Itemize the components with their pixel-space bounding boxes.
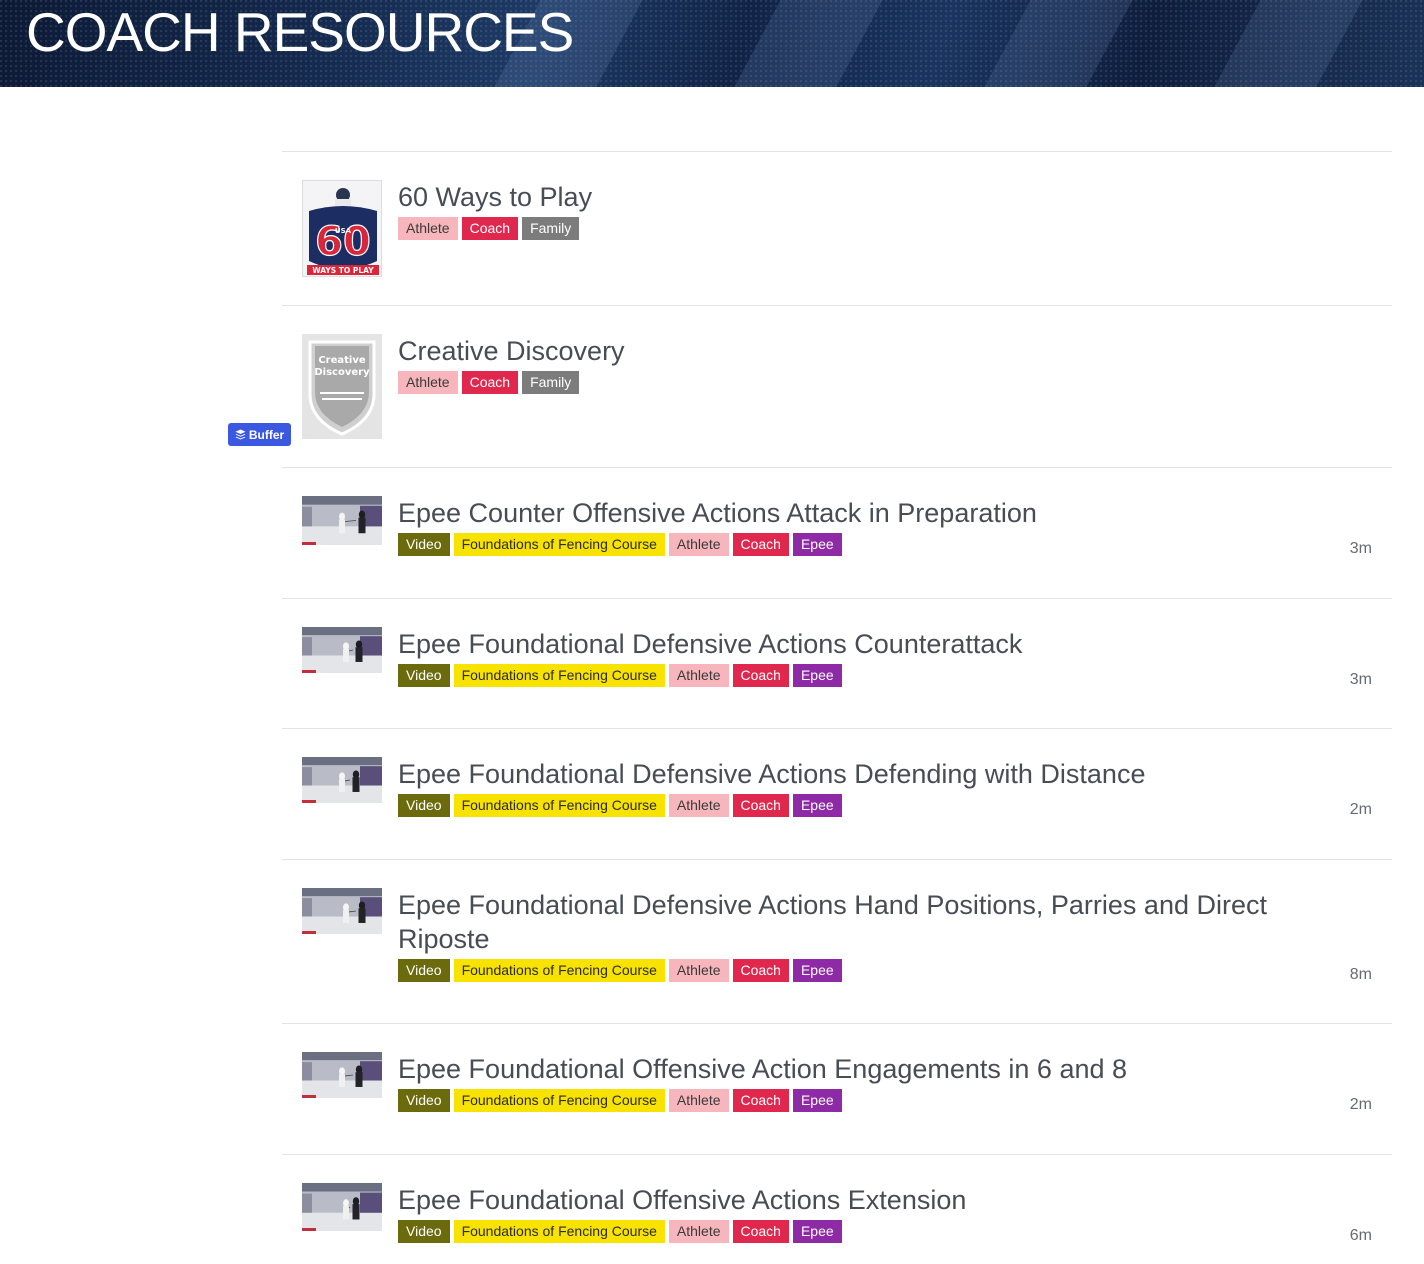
resource-item[interactable]: Epee Foundational Defensive Actions Coun… — [282, 599, 1392, 729]
tag-epee[interactable]: Epee — [792, 664, 842, 687]
tag-epee[interactable]: Epee — [792, 1089, 842, 1112]
tag-video[interactable]: Video — [398, 533, 450, 556]
resource-item[interactable]: Epee Foundational Defensive Actions Defe… — [282, 729, 1392, 860]
page-title: COACH RESOURCES — [26, 1, 574, 63]
resource-title[interactable]: Epee Foundational Defensive Actions Hand… — [398, 888, 1292, 956]
buffer-button-label: Buffer — [248, 427, 285, 442]
resource-title[interactable]: Creative Discovery — [398, 334, 1292, 368]
tag-athlete[interactable]: Athlete — [668, 664, 729, 687]
resource-title[interactable]: Epee Foundational Defensive Actions Coun… — [398, 627, 1292, 661]
resource-title[interactable]: 60 Ways to Play — [398, 180, 1292, 214]
tag-family[interactable]: Family — [522, 217, 580, 240]
tag-athlete[interactable]: Athlete — [668, 533, 729, 556]
svg-text:Creative: Creative — [318, 355, 366, 366]
tag-coach[interactable]: Coach — [732, 1220, 789, 1243]
resource-item[interactable]: 60 USA WAYS TO PLAY 60 Ways to Play Athl… — [282, 152, 1392, 306]
svg-text:60: 60 — [315, 219, 371, 265]
tag-family[interactable]: Family — [522, 371, 580, 394]
tag-course[interactable]: Foundations of Fencing Course — [453, 959, 665, 982]
video-thumbnail[interactable] — [302, 1183, 382, 1231]
tag-course[interactable]: Foundations of Fencing Course — [453, 1089, 665, 1112]
tag-athlete[interactable]: Athlete — [668, 1089, 729, 1112]
buffer-share-button[interactable]: Buffer — [228, 423, 291, 446]
tag-course[interactable]: Foundations of Fencing Course — [453, 794, 665, 817]
video-thumbnail[interactable] — [302, 757, 382, 803]
resource-item[interactable]: Epee Foundational Offensive Action Engag… — [282, 1024, 1392, 1155]
tag-video[interactable]: Video — [398, 959, 450, 982]
video-duration: 6m — [1349, 1227, 1372, 1244]
fencing-video-frame — [302, 496, 382, 545]
resource-item[interactable]: Epee Foundational Offensive Actions Exte… — [282, 1155, 1392, 1264]
fencing-video-frame — [302, 888, 382, 934]
svg-text:USA: USA — [335, 227, 352, 235]
tag-coach[interactable]: Coach — [732, 794, 789, 817]
svg-text:Discovery: Discovery — [314, 367, 370, 378]
tag-epee[interactable]: Epee — [792, 959, 842, 982]
tag-athlete[interactable]: Athlete — [668, 1220, 729, 1243]
fencing-video-frame — [302, 627, 382, 673]
video-thumbnail[interactable] — [302, 496, 382, 545]
page-header-banner: COACH RESOURCES — [0, 0, 1424, 87]
fencing-video-frame — [302, 1183, 382, 1231]
tag-athlete[interactable]: Athlete — [398, 371, 458, 394]
resource-thumbnail-creative-discovery[interactable]: Creative Discovery — [302, 334, 382, 439]
tag-coach[interactable]: Coach — [732, 959, 789, 982]
tag-coach[interactable]: Coach — [461, 217, 519, 240]
video-thumbnail[interactable] — [302, 627, 382, 673]
fencing-video-frame — [302, 757, 382, 803]
tag-coach[interactable]: Coach — [461, 371, 519, 394]
sixty-ways-logo: 60 USA WAYS TO PLAY — [303, 181, 381, 276]
resource-item[interactable]: Creative Discovery Creative Discovery At… — [282, 306, 1392, 468]
tag-coach[interactable]: Coach — [732, 664, 789, 687]
resource-title[interactable]: Epee Foundational Offensive Action Engag… — [398, 1052, 1292, 1086]
tag-video[interactable]: Video — [398, 664, 450, 687]
video-thumbnail[interactable] — [302, 1052, 382, 1098]
video-thumbnail[interactable] — [302, 888, 382, 934]
tag-video[interactable]: Video — [398, 1220, 450, 1243]
video-duration: 2m — [1349, 1096, 1372, 1113]
tag-course[interactable]: Foundations of Fencing Course — [453, 533, 665, 556]
video-duration: 3m — [1349, 540, 1372, 557]
tag-video[interactable]: Video — [398, 1089, 450, 1112]
tag-athlete[interactable]: Athlete — [398, 217, 458, 240]
tag-epee[interactable]: Epee — [792, 794, 842, 817]
tag-course[interactable]: Foundations of Fencing Course — [453, 664, 665, 687]
buffer-icon — [235, 429, 246, 440]
resource-thumbnail-60-ways[interactable]: 60 USA WAYS TO PLAY — [302, 180, 382, 277]
video-duration: 8m — [1349, 966, 1372, 983]
resource-list: 60 USA WAYS TO PLAY 60 Ways to Play Athl… — [282, 151, 1392, 1264]
svg-text:WAYS TO PLAY: WAYS TO PLAY — [312, 266, 374, 275]
tag-epee[interactable]: Epee — [792, 533, 842, 556]
creative-discovery-logo: Creative Discovery — [302, 334, 382, 439]
tag-athlete[interactable]: Athlete — [668, 794, 729, 817]
tag-course[interactable]: Foundations of Fencing Course — [453, 1220, 665, 1243]
resource-item[interactable]: Epee Counter Offensive Actions Attack in… — [282, 468, 1392, 599]
resource-title[interactable]: Epee Foundational Offensive Actions Exte… — [398, 1183, 1292, 1217]
video-duration: 3m — [1349, 671, 1372, 688]
resource-item[interactable]: Epee Foundational Defensive Actions Hand… — [282, 860, 1392, 1024]
video-duration: 2m — [1349, 801, 1372, 818]
fencing-video-frame — [302, 1052, 382, 1098]
resource-title[interactable]: Epee Foundational Defensive Actions Defe… — [398, 757, 1292, 791]
tag-athlete[interactable]: Athlete — [668, 959, 729, 982]
tag-epee[interactable]: Epee — [792, 1220, 842, 1243]
resource-title[interactable]: Epee Counter Offensive Actions Attack in… — [398, 496, 1292, 530]
tag-coach[interactable]: Coach — [732, 1089, 789, 1112]
tag-video[interactable]: Video — [398, 794, 450, 817]
tag-coach[interactable]: Coach — [732, 533, 789, 556]
